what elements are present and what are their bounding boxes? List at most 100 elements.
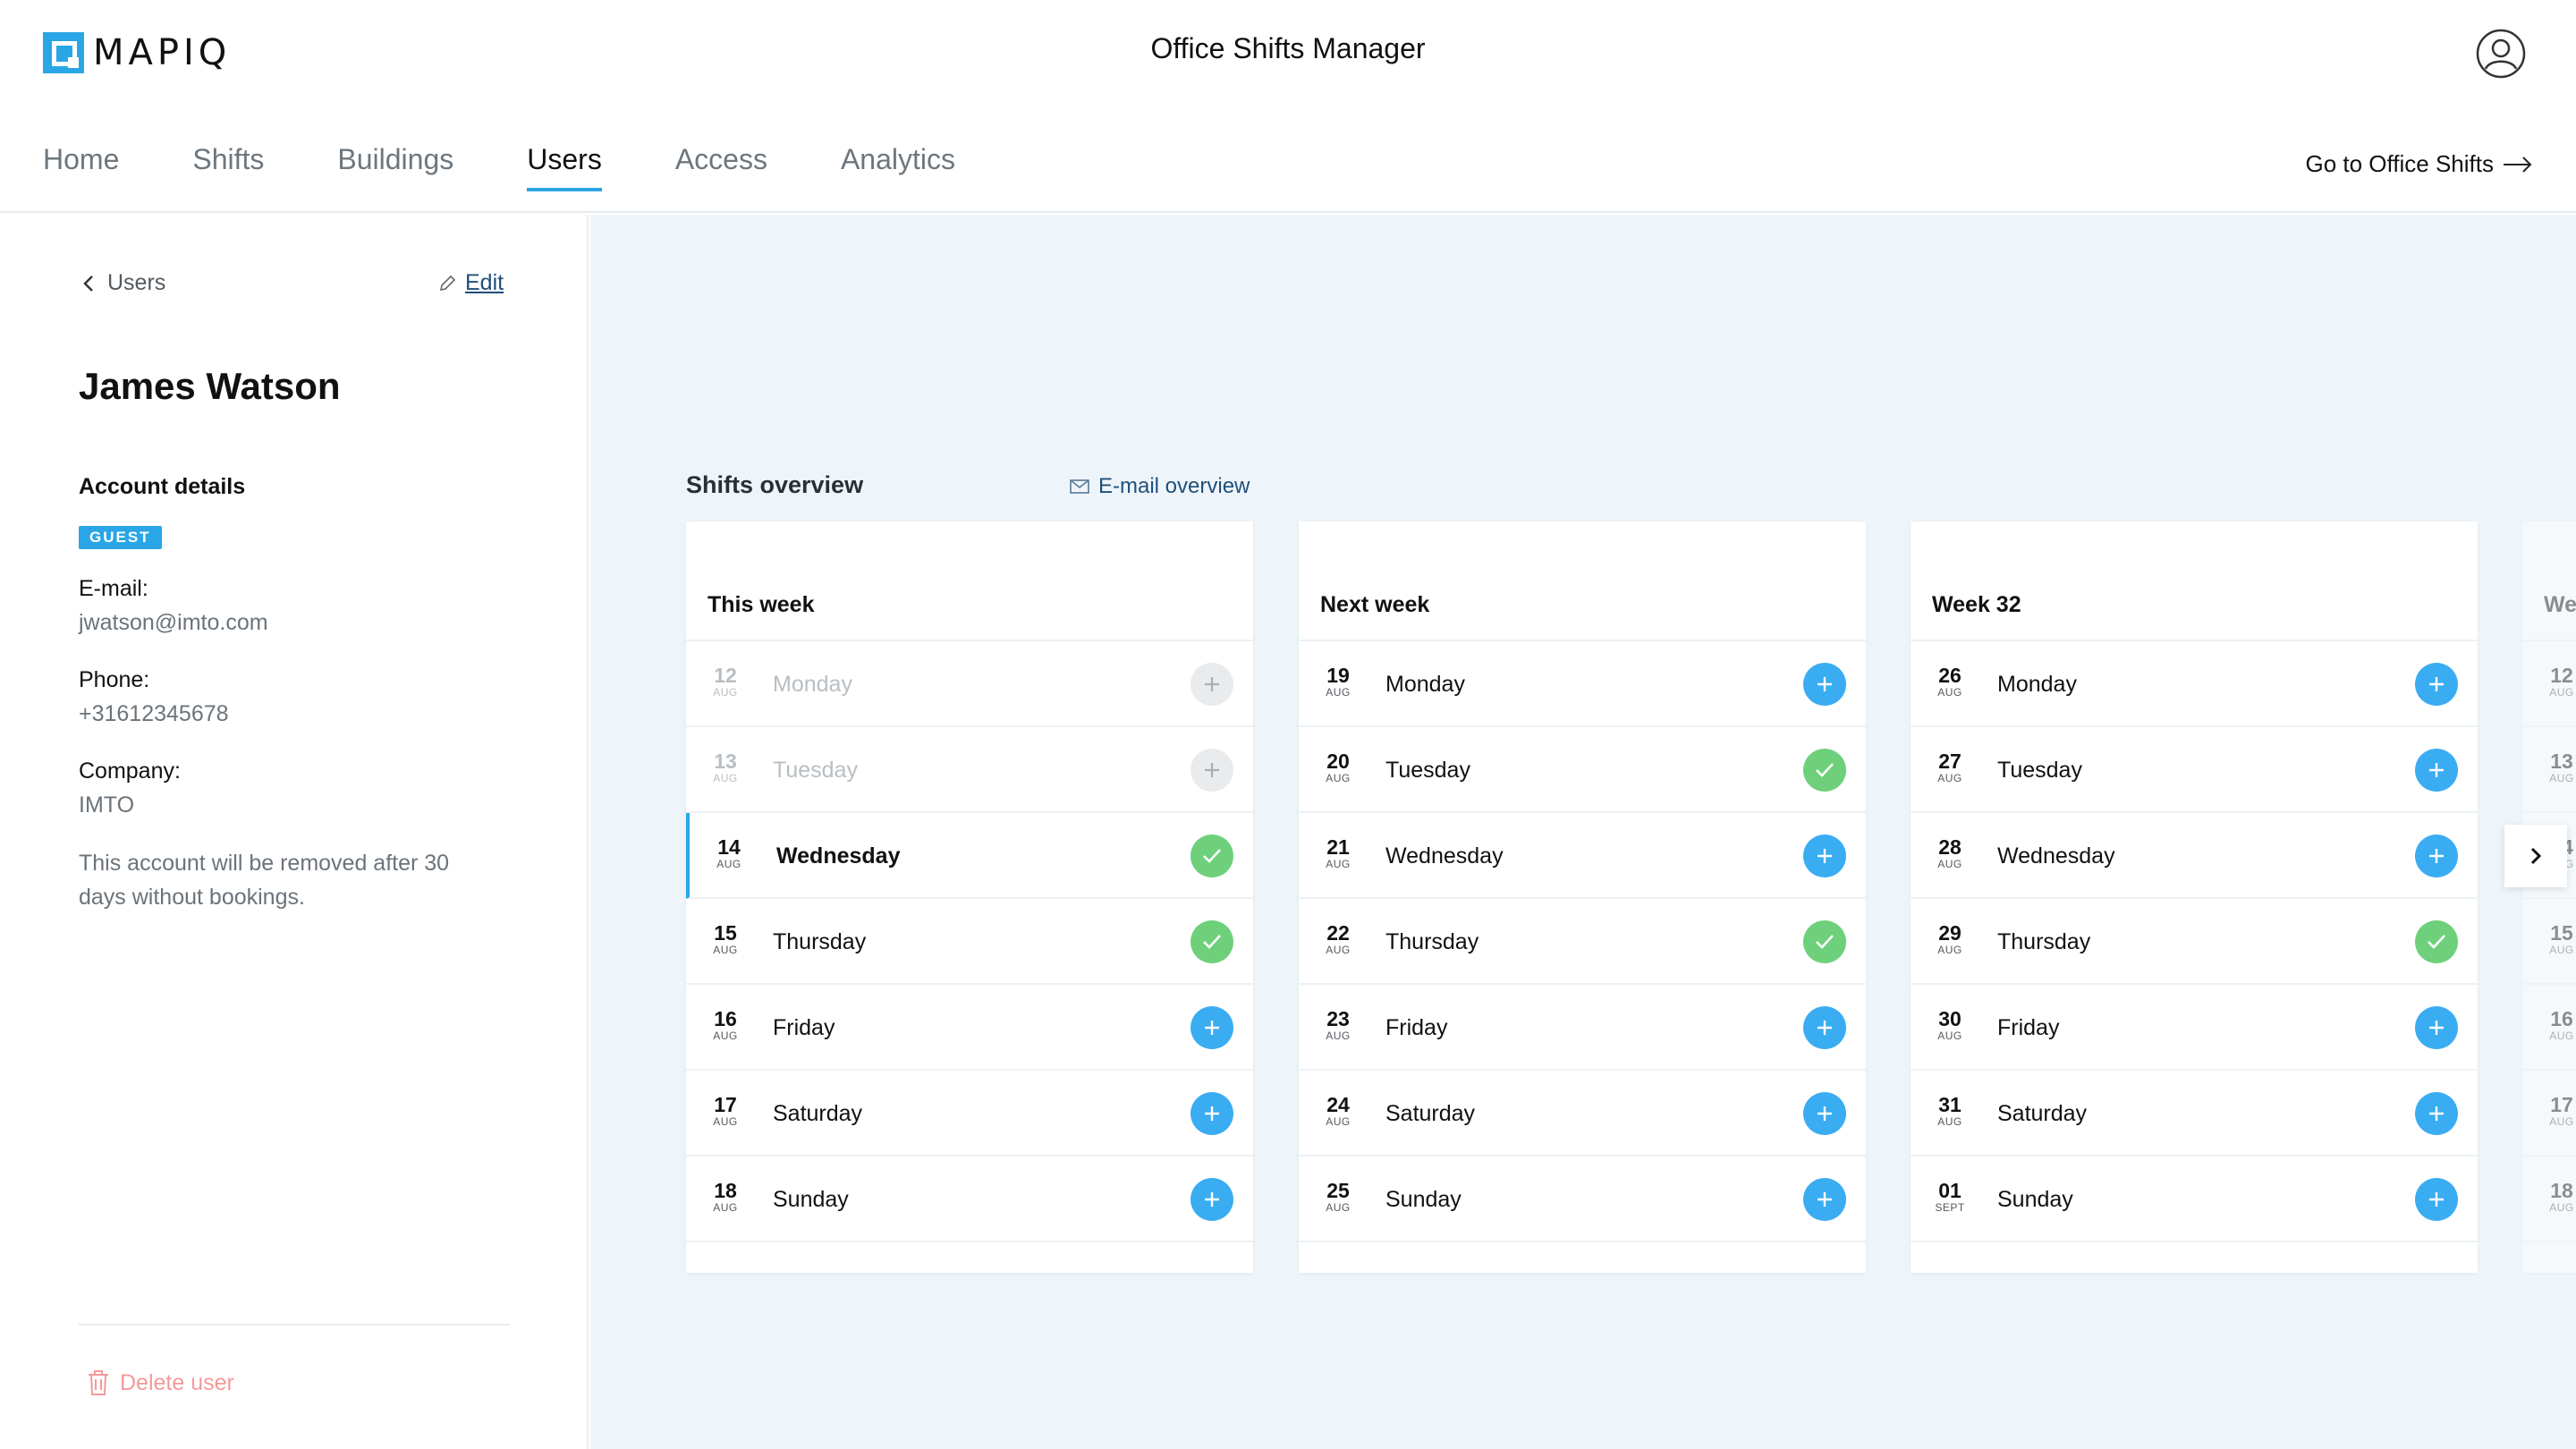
date-number: 12 (714, 664, 737, 687)
plus-icon (1818, 1021, 1832, 1035)
day-row: 28 AUG Wednesday (1911, 813, 2478, 899)
nav-item-analytics[interactable]: Analytics (841, 143, 955, 188)
day-row: 15 AUG Thursday (686, 899, 1253, 985)
date-number: 27 (1938, 750, 1962, 773)
day-name: Sunday (1385, 1187, 1462, 1212)
day-date: 13 AUG (708, 750, 743, 784)
email-overview-link[interactable]: E-mail overview (1070, 474, 1250, 499)
disabled-add-button (1191, 663, 1233, 706)
date-number: 22 (1326, 921, 1350, 945)
date-month: AUG (2549, 1115, 2574, 1128)
day-date: 29 AUG (1932, 922, 1968, 956)
day-row: 18 AUG Sunday (686, 1157, 1253, 1242)
mapiq-logo[interactable]: MAPIQ (43, 32, 231, 73)
day-row: 17 AUG Saturday (686, 1071, 1253, 1157)
main-nav: Home Shifts Buildings Users Access Analytics (43, 143, 1029, 191)
plus-icon (2429, 849, 2444, 863)
arrow-right-icon (2504, 156, 2532, 173)
date-number: 25 (1326, 1179, 1350, 1202)
back-label: Users (107, 270, 166, 295)
book-shift-button[interactable] (1803, 1092, 1846, 1135)
date-number: 12 (2550, 664, 2573, 687)
date-month: AUG (713, 944, 738, 956)
booked-shift-button[interactable] (1803, 749, 1846, 792)
day-date: 16 AUG (708, 1008, 743, 1042)
date-month: AUG (1937, 1115, 1962, 1128)
booked-shift-button[interactable] (2415, 920, 2458, 963)
day-date: 27 AUG (1932, 750, 1968, 784)
book-shift-button[interactable] (2415, 1178, 2458, 1221)
plus-icon (1818, 1192, 1832, 1207)
week-card-header: This week (686, 521, 1253, 641)
day-date: 15 AUG (708, 922, 743, 956)
date-number: 14 (717, 835, 741, 859)
book-shift-button[interactable] (1803, 663, 1846, 706)
chevron-left-icon (83, 275, 93, 292)
book-shift-button[interactable] (1803, 835, 1846, 877)
nav-item-shifts[interactable]: Shifts (192, 143, 264, 188)
nav-item-users[interactable]: Users (527, 143, 602, 191)
day-row: 26 AUG Monday (1911, 641, 2478, 727)
day-row: 15 AUG (2522, 899, 2576, 985)
date-number: 01 (1938, 1179, 1962, 1202)
day-name: Wednesday (1997, 843, 2115, 869)
book-shift-button[interactable] (2415, 1006, 2458, 1049)
day-name: Wednesday (776, 843, 901, 869)
book-shift-button[interactable] (1803, 1178, 1846, 1221)
delete-user-button[interactable]: Delete user (86, 1368, 234, 1397)
book-shift-button[interactable] (2415, 663, 2458, 706)
plus-icon (1205, 677, 1219, 691)
date-number: 19 (1326, 664, 1350, 687)
day-row: 31 AUG Saturday (1911, 1071, 2478, 1157)
nav-item-home[interactable]: Home (43, 143, 119, 188)
day-name: Saturday (773, 1101, 863, 1126)
date-month: AUG (713, 686, 738, 699)
book-shift-button[interactable] (1191, 1092, 1233, 1135)
next-weeks-button[interactable] (2504, 825, 2567, 887)
guest-badge: GUEST (79, 526, 162, 549)
pencil-icon (439, 275, 456, 291)
day-name: Thursday (773, 929, 867, 954)
booked-shift-button[interactable] (1803, 920, 1846, 963)
plus-icon (2429, 763, 2444, 777)
week-label: We (2544, 592, 2576, 617)
go-to-office-shifts-link[interactable]: Go to Office Shifts (2305, 150, 2533, 178)
booked-shift-button[interactable] (1191, 920, 1233, 963)
plus-icon (2429, 1021, 2444, 1035)
date-month: AUG (1326, 944, 1351, 956)
user-avatar-icon[interactable] (2476, 29, 2526, 79)
nav-item-access[interactable]: Access (675, 143, 767, 188)
day-date: 23 AUG (1320, 1008, 1356, 1042)
day-date: 16 AUG (2544, 1008, 2576, 1042)
date-month: AUG (713, 772, 738, 784)
edit-user-link[interactable]: Edit (438, 270, 504, 296)
book-shift-button[interactable] (2415, 749, 2458, 792)
booked-shift-button[interactable] (1191, 835, 1233, 877)
nav-item-buildings[interactable]: Buildings (337, 143, 453, 188)
book-shift-button[interactable] (2415, 1092, 2458, 1135)
book-shift-button[interactable] (2415, 835, 2458, 877)
day-date: 18 AUG (708, 1180, 743, 1214)
book-shift-button[interactable] (1803, 1006, 1846, 1049)
date-month: AUG (1326, 1030, 1351, 1042)
day-date: 26 AUG (1932, 665, 1968, 699)
day-name: Tuesday (1385, 758, 1470, 783)
day-date: 12 AUG (708, 665, 743, 699)
day-row: 18 AUG (2522, 1157, 2576, 1242)
plus-icon (1205, 1021, 1219, 1035)
date-month: AUG (1937, 686, 1962, 699)
day-row: 13 AUG (2522, 727, 2576, 813)
date-number: 29 (1938, 921, 1962, 945)
day-name: Sunday (773, 1187, 849, 1212)
date-number: 15 (2550, 921, 2573, 945)
back-to-users-link[interactable]: Users (82, 270, 165, 296)
book-shift-button[interactable] (1191, 1178, 1233, 1221)
checkmark-icon (1816, 935, 1834, 949)
book-shift-button[interactable] (1191, 1006, 1233, 1049)
email-overview-label: E-mail overview (1098, 474, 1250, 498)
day-row: 01 SEPT Sunday (1911, 1157, 2478, 1242)
date-number: 31 (1938, 1093, 1962, 1116)
date-number: 28 (1938, 835, 1962, 859)
date-number: 16 (2550, 1007, 2573, 1030)
app-title: Office Shifts Manager (1150, 32, 1426, 64)
